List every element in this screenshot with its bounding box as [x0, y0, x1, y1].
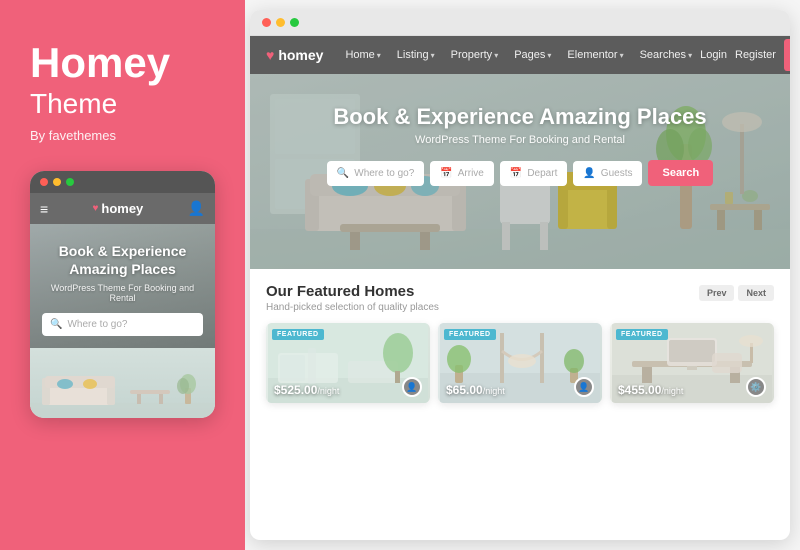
nav-login-link[interactable]: Login [700, 49, 727, 61]
pages-chevron-icon: ▾ [547, 51, 551, 60]
card-3-price: $455.00/night [618, 383, 683, 397]
card-1-badge: FEATURED [272, 329, 324, 340]
desktop-logo: ♥ homey [266, 47, 323, 63]
browser-dot-green [290, 18, 299, 27]
nav-listing[interactable]: Listing ▾ [389, 49, 443, 61]
property-card-2[interactable]: FEATURED $65.00/night 👤 [438, 323, 602, 403]
card-2-avatar: 👤 [574, 377, 594, 397]
browser-dot-red [262, 18, 271, 27]
card-1-price: $525.00/night [274, 383, 339, 397]
card-3-avatar: ⚙️ [746, 377, 766, 397]
nav-searches[interactable]: Searches ▾ [632, 49, 701, 61]
browser-dot-yellow [276, 18, 285, 27]
heart-icon: ♥ [92, 203, 98, 214]
desktop-mockup: ♥ homey Home ▾ Listing ▾ Property ▾ Page… [250, 10, 790, 540]
user-icon[interactable]: 👤 [188, 200, 205, 217]
nav-elementor[interactable]: Elementor ▾ [559, 49, 631, 61]
where-placeholder: Where to go? [354, 168, 414, 179]
depart-label: Depart [527, 168, 557, 179]
where-to-go-field[interactable]: 🔍 Where to go? [327, 161, 425, 186]
mobile-hero-subtitle: WordPress Theme For Booking and Rental [42, 283, 203, 303]
featured-title: Our Featured Homes [266, 283, 439, 300]
elementor-chevron-icon: ▾ [620, 51, 624, 60]
listing-chevron-icon: ▾ [431, 51, 435, 60]
theme-name: Homey [30, 40, 215, 86]
nav-pages[interactable]: Pages ▾ [506, 49, 559, 61]
dot-green [66, 178, 74, 186]
featured-text: Our Featured Homes Hand-picked selection… [266, 283, 439, 313]
hero-subtitle: WordPress Theme For Booking and Rental [327, 134, 713, 146]
mobile-mockup: ≡ ♥ homey 👤 Book & Experience Amazing Pl… [30, 171, 215, 417]
hamburger-icon[interactable]: ≡ [40, 201, 48, 217]
depart-field[interactable]: 📅 Depart [500, 161, 567, 186]
mobile-hero-title: Book & Experience Amazing Places [42, 242, 203, 278]
home-chevron-icon: ▾ [377, 51, 381, 60]
mobile-logo: ♥ homey [92, 201, 143, 216]
hero-content: Book & Experience Amazing Places WordPre… [327, 104, 713, 186]
featured-section: Our Featured Homes Hand-picked selection… [250, 269, 790, 540]
dot-red [40, 178, 48, 186]
mobile-browser-bar [30, 171, 215, 193]
nav-heart-icon: ♥ [266, 47, 274, 63]
become-host-button[interactable]: Become a Host [784, 39, 790, 71]
property-card-1[interactable]: FEATURED $525.00/night 👤 [266, 323, 430, 403]
search-icon: 🔍 [337, 168, 349, 179]
card-1-avatar: 👤 [402, 377, 422, 397]
featured-desc: Hand-picked selection of quality places [266, 302, 439, 313]
card-1-image: FEATURED $525.00/night 👤 [266, 323, 430, 403]
property-cards: FEATURED $525.00/night 👤 [266, 323, 774, 403]
guests-field[interactable]: 👤 Guests [573, 161, 642, 186]
calendar-depart-icon: 📅 [510, 168, 522, 179]
nav-links: Home ▾ Listing ▾ Property ▾ Pages ▾ Elem… [337, 49, 700, 61]
dot-yellow [53, 178, 61, 186]
nav-register-link[interactable]: Register [735, 49, 776, 61]
theme-type: Theme [30, 88, 215, 120]
card-2-price: $65.00/night [446, 383, 505, 397]
left-panel: Homey Theme By favethemes ≡ ♥ homey 👤 Bo… [0, 0, 245, 550]
mobile-nav: ≡ ♥ homey 👤 [30, 193, 215, 224]
card-2-badge: FEATURED [444, 329, 496, 340]
browser-chrome [250, 10, 790, 36]
mobile-search-bar[interactable]: 🔍 Where to go? [42, 313, 203, 336]
guests-icon: 👤 [583, 168, 595, 179]
property-card-3[interactable]: FEATURED $455.00/night ⚙️ [610, 323, 774, 403]
desktop-hero: Book & Experience Amazing Places WordPre… [250, 74, 790, 269]
mobile-search-placeholder: Where to go? [67, 319, 127, 330]
mobile-search-icon: 🔍 [50, 319, 62, 330]
nav-property[interactable]: Property ▾ [443, 49, 507, 61]
arrive-label: Arrive [458, 168, 484, 179]
featured-navigation: Prev Next [699, 285, 774, 301]
searches-chevron-icon: ▾ [688, 51, 692, 60]
calendar-arrive-icon: 📅 [440, 168, 452, 179]
card-3-image: FEATURED $455.00/night ⚙️ [610, 323, 774, 403]
arrive-field[interactable]: 📅 Arrive [430, 161, 494, 186]
mobile-hero: Book & Experience Amazing Places WordPre… [30, 224, 215, 347]
nav-right-actions: Login Register Become a Host [700, 39, 790, 71]
nav-home[interactable]: Home ▾ [337, 49, 388, 61]
mobile-furniture-svg [30, 348, 215, 418]
hero-search-bar: 🔍 Where to go? 📅 Arrive 📅 Depart 👤 Guest… [327, 160, 713, 186]
theme-author: By favethemes [30, 128, 215, 143]
hero-title: Book & Experience Amazing Places [327, 104, 713, 130]
search-button[interactable]: Search [648, 160, 713, 186]
property-chevron-icon: ▾ [494, 51, 498, 60]
prev-button[interactable]: Prev [699, 285, 735, 301]
card-3-badge: FEATURED [616, 329, 668, 340]
card-2-image: FEATURED $65.00/night 👤 [438, 323, 602, 403]
desktop-nav: ♥ homey Home ▾ Listing ▾ Property ▾ Page… [250, 36, 790, 74]
next-button[interactable]: Next [738, 285, 774, 301]
mobile-bg-image [30, 348, 215, 418]
featured-header: Our Featured Homes Hand-picked selection… [266, 283, 774, 313]
guests-label: Guests [601, 168, 633, 179]
